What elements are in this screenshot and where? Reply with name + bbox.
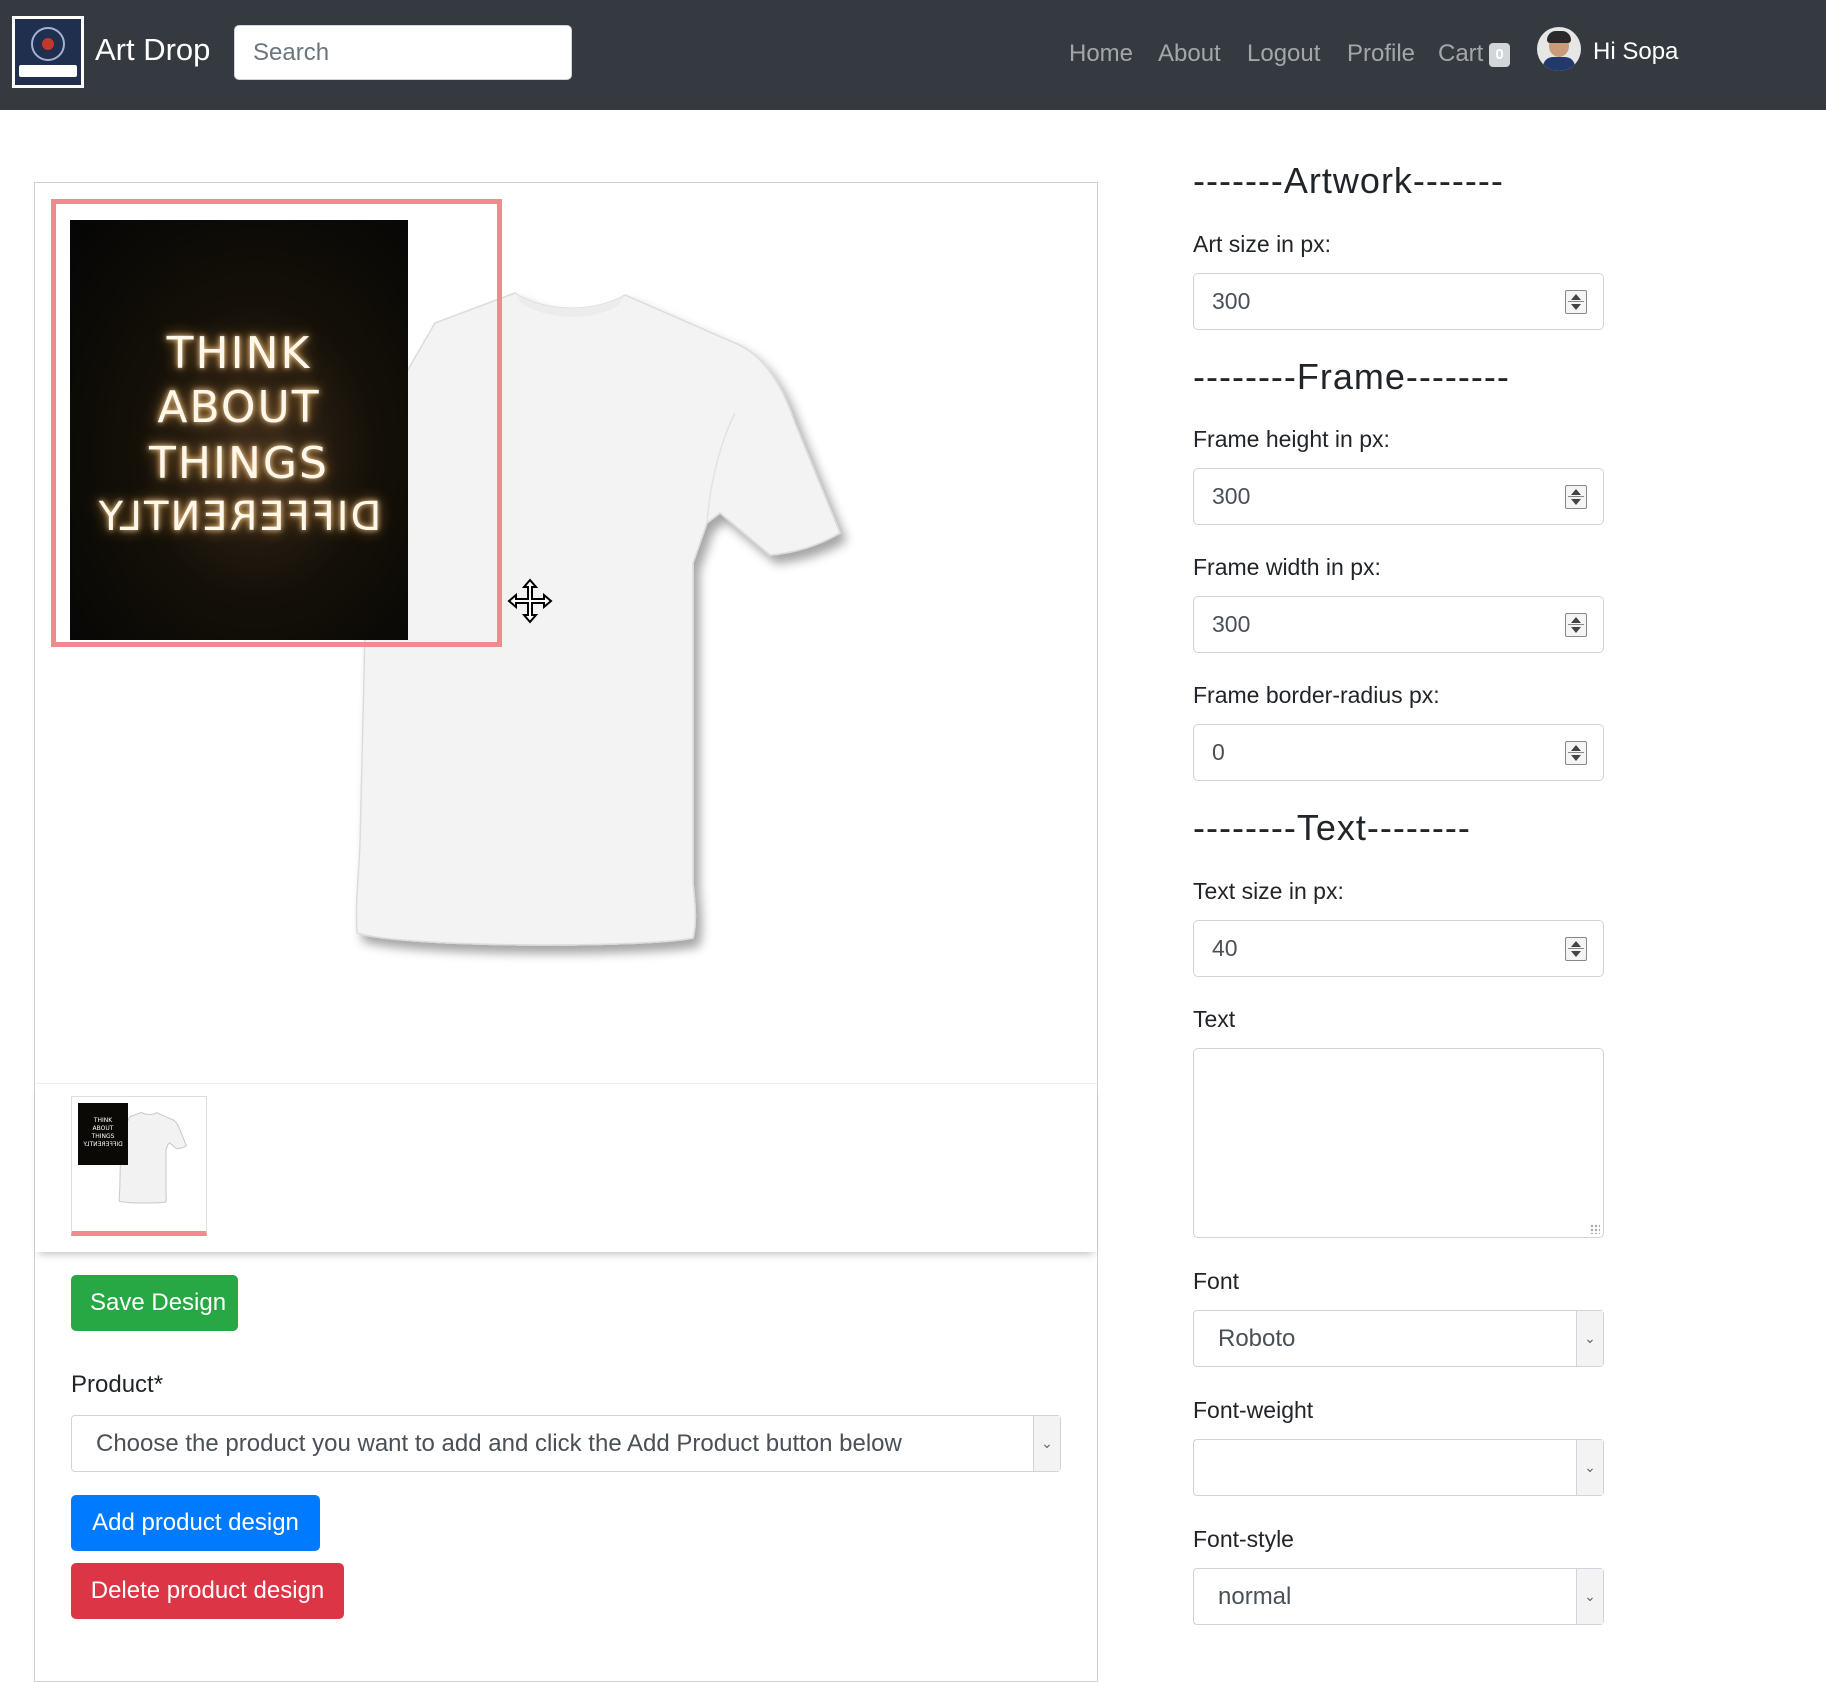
- frame-height-spinner-icon[interactable]: [1565, 485, 1587, 509]
- frame-height-value: 300: [1212, 483, 1251, 509]
- font-style-select-value: normal: [1218, 1583, 1292, 1610]
- font-style-select[interactable]: normal ⌄: [1193, 1568, 1604, 1625]
- resize-grip-icon[interactable]: [1590, 1224, 1600, 1234]
- nav-home[interactable]: Home: [1069, 38, 1133, 70]
- artwork-section-title: -------Artwork-------: [1193, 160, 1504, 201]
- design-card: THINK ABOUT THINGS DIFFERENTLY THINK ABO…: [34, 182, 1098, 1682]
- delete-product-design-button[interactable]: Delete product design: [71, 1563, 344, 1619]
- save-design-button[interactable]: Save Design: [71, 1275, 238, 1331]
- chevron-down-icon: ⌄: [1033, 1416, 1060, 1471]
- product-label: Product*: [71, 1371, 164, 1398]
- navbar: Art Drop Home About Logout Profile Cart0…: [0, 0, 1826, 110]
- text-label: Text: [1193, 1006, 1236, 1032]
- artwork-line-4: DIFFERENTLY: [96, 494, 382, 540]
- frame-height-label: Frame height in px:: [1193, 426, 1390, 452]
- product-thumbnail-strip: THINK ABOUT THINGS DIFFERENTLY: [35, 1083, 1097, 1252]
- art-size-label: Art size in px:: [1193, 231, 1332, 257]
- artwork-line-3: THINGS: [149, 438, 329, 489]
- avatar-hair: [1547, 31, 1571, 43]
- text-size-input[interactable]: 40: [1193, 920, 1604, 977]
- avatar-shirt: [1543, 57, 1575, 71]
- thumbnail-art-line-3: THINGS: [91, 1133, 115, 1140]
- add-product-design-button[interactable]: Add product design: [71, 1495, 320, 1551]
- frame-radius-spinner-icon[interactable]: [1565, 741, 1587, 765]
- design-canvas[interactable]: THINK ABOUT THINGS DIFFERENTLY: [35, 183, 1097, 1083]
- chevron-down-icon: ⌄: [1576, 1311, 1603, 1366]
- product-select-value: Choose the product you want to add and c…: [96, 1430, 902, 1457]
- frame-radius-input[interactable]: 0: [1193, 724, 1604, 781]
- art-size-spinner-icon[interactable]: [1565, 290, 1587, 314]
- frame-width-input[interactable]: 300: [1193, 596, 1604, 653]
- frame-width-label: Frame width in px:: [1193, 554, 1381, 580]
- frame-width-value: 300: [1212, 611, 1251, 637]
- frame-height-input[interactable]: 300: [1193, 468, 1604, 525]
- user-avatar[interactable]: [1537, 27, 1581, 71]
- frame-radius-label: Frame border-radius px:: [1193, 682, 1440, 708]
- art-size-input[interactable]: 300: [1193, 273, 1604, 330]
- font-style-label: Font-style: [1193, 1526, 1294, 1552]
- font-select-value: Roboto: [1218, 1325, 1296, 1352]
- font-label: Font: [1193, 1268, 1240, 1294]
- frame-section-title: --------Frame--------: [1193, 356, 1510, 397]
- nav-profile[interactable]: Profile: [1347, 38, 1415, 70]
- nav-cart[interactable]: Cart 0: [1438, 38, 1510, 70]
- logo[interactable]: [12, 16, 84, 88]
- text-section-title: --------Text--------: [1193, 807, 1471, 848]
- thumbnail-art-line-4: DIFFERENTLY: [83, 1141, 123, 1148]
- artwork-image[interactable]: THINK ABOUT THINGS DIFFERENTLY: [70, 220, 408, 640]
- search-input[interactable]: [234, 25, 572, 80]
- nav-cart-label: Cart: [1438, 40, 1484, 67]
- chevron-down-icon: ⌄: [1576, 1569, 1603, 1624]
- thumbnail-art-line-2: ABOUT: [92, 1125, 114, 1132]
- text-size-label: Text size in px:: [1193, 878, 1344, 904]
- text-size-spinner-icon[interactable]: [1565, 937, 1587, 961]
- font-select[interactable]: Roboto ⌄: [1193, 1310, 1604, 1367]
- thumbnail-art-line-1: THINK: [93, 1117, 113, 1124]
- brand-name[interactable]: Art Drop: [95, 30, 210, 70]
- chevron-down-icon: ⌄: [1576, 1440, 1603, 1495]
- artwork-line-1: THINK: [166, 328, 312, 379]
- font-weight-label: Font-weight: [1193, 1397, 1314, 1423]
- logo-emblem-icon: [31, 27, 65, 61]
- text-size-value: 40: [1212, 935, 1238, 961]
- nav-logout[interactable]: Logout: [1247, 38, 1320, 70]
- artwork-frame[interactable]: THINK ABOUT THINGS DIFFERENTLY: [51, 199, 502, 647]
- art-size-value: 300: [1212, 288, 1251, 314]
- artwork-line-2: ABOUT: [157, 382, 321, 433]
- move-cursor-icon: [507, 578, 553, 624]
- frame-radius-value: 0: [1212, 739, 1225, 765]
- text-textarea[interactable]: [1193, 1048, 1604, 1238]
- thumbnail-artwork: THINK ABOUT THINGS DIFFERENTLY: [78, 1103, 128, 1165]
- logo-ribbon-icon: [19, 65, 77, 77]
- product-thumbnail[interactable]: THINK ABOUT THINGS DIFFERENTLY: [71, 1096, 207, 1236]
- cart-count-badge: 0: [1489, 43, 1510, 67]
- product-select[interactable]: Choose the product you want to add and c…: [71, 1415, 1061, 1472]
- frame-width-spinner-icon[interactable]: [1565, 613, 1587, 637]
- user-greeting[interactable]: Hi Sopa: [1593, 36, 1678, 68]
- nav-about[interactable]: About: [1158, 38, 1221, 70]
- font-weight-select[interactable]: ⌄: [1193, 1439, 1604, 1496]
